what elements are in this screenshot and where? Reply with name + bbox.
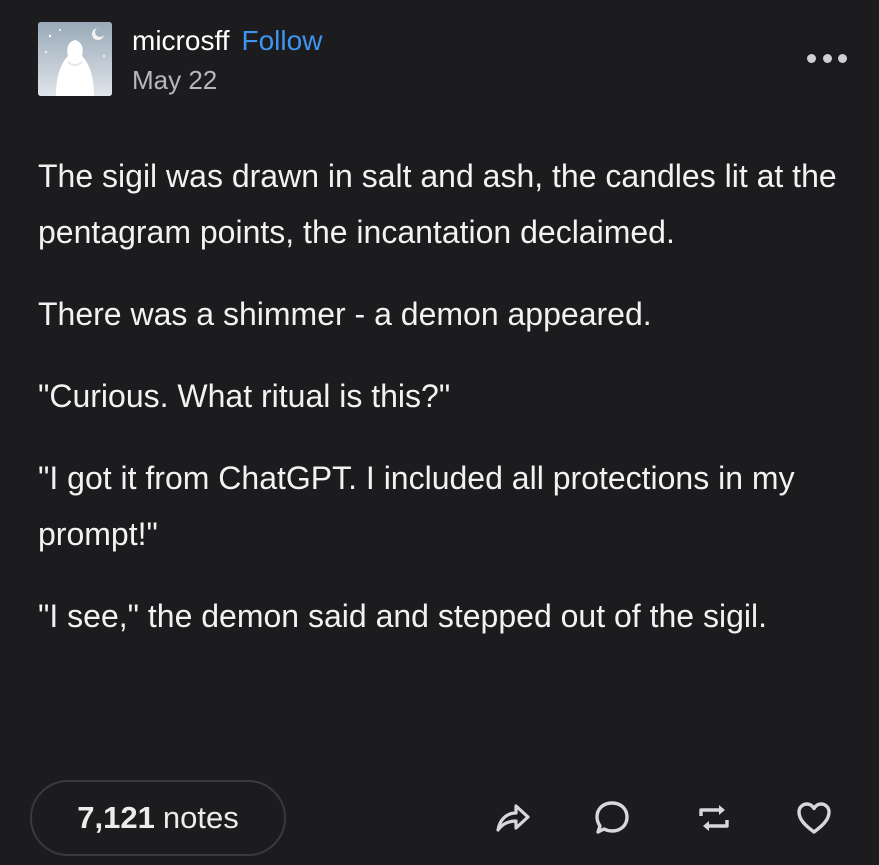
more-dots-icon bbox=[807, 53, 816, 63]
post-body: The sigil was drawn in salt and ash, the… bbox=[38, 148, 838, 670]
avatar-image bbox=[38, 22, 112, 96]
notes-button[interactable]: 7,121 notes bbox=[30, 780, 286, 856]
more-dots-icon bbox=[838, 53, 847, 63]
paragraph: The sigil was drawn in salt and ash, the… bbox=[38, 158, 837, 250]
avatar[interactable] bbox=[38, 22, 112, 96]
follow-button[interactable]: Follow bbox=[242, 24, 323, 58]
like-button[interactable] bbox=[792, 796, 836, 840]
reblog-button[interactable] bbox=[692, 796, 736, 840]
more-dots-icon bbox=[822, 53, 832, 63]
notes-count: 7,121 bbox=[77, 800, 155, 835]
post-meta: microsff Follow May 22 bbox=[132, 24, 322, 96]
comment-bubble-icon bbox=[595, 801, 629, 834]
post-card: microsff Follow May 22 The sigil was dra… bbox=[0, 0, 879, 865]
share-arrow-icon bbox=[496, 804, 530, 832]
paragraph: "I see," the demon said and stepped out … bbox=[38, 598, 767, 634]
post-date[interactable]: May 22 bbox=[132, 64, 322, 96]
more-options-button[interactable] bbox=[807, 50, 847, 66]
post-header: microsff Follow May 22 bbox=[38, 22, 322, 96]
post-actions bbox=[490, 796, 840, 840]
paragraph: There was a shimmer - a demon appeared. bbox=[38, 296, 652, 332]
notes-label: notes bbox=[162, 800, 239, 835]
reblog-icon bbox=[699, 805, 729, 831]
post-footer: 7,121 notes bbox=[30, 780, 850, 856]
heart-icon bbox=[797, 802, 831, 834]
paragraph: "I got it from ChatGPT. I included all p… bbox=[38, 460, 795, 552]
paragraph: "Curious. What ritual is this?" bbox=[38, 378, 451, 414]
reply-button[interactable] bbox=[590, 796, 634, 840]
username[interactable]: microsff bbox=[132, 24, 230, 58]
share-button[interactable] bbox=[490, 796, 534, 840]
meta-line: microsff Follow bbox=[132, 24, 322, 58]
